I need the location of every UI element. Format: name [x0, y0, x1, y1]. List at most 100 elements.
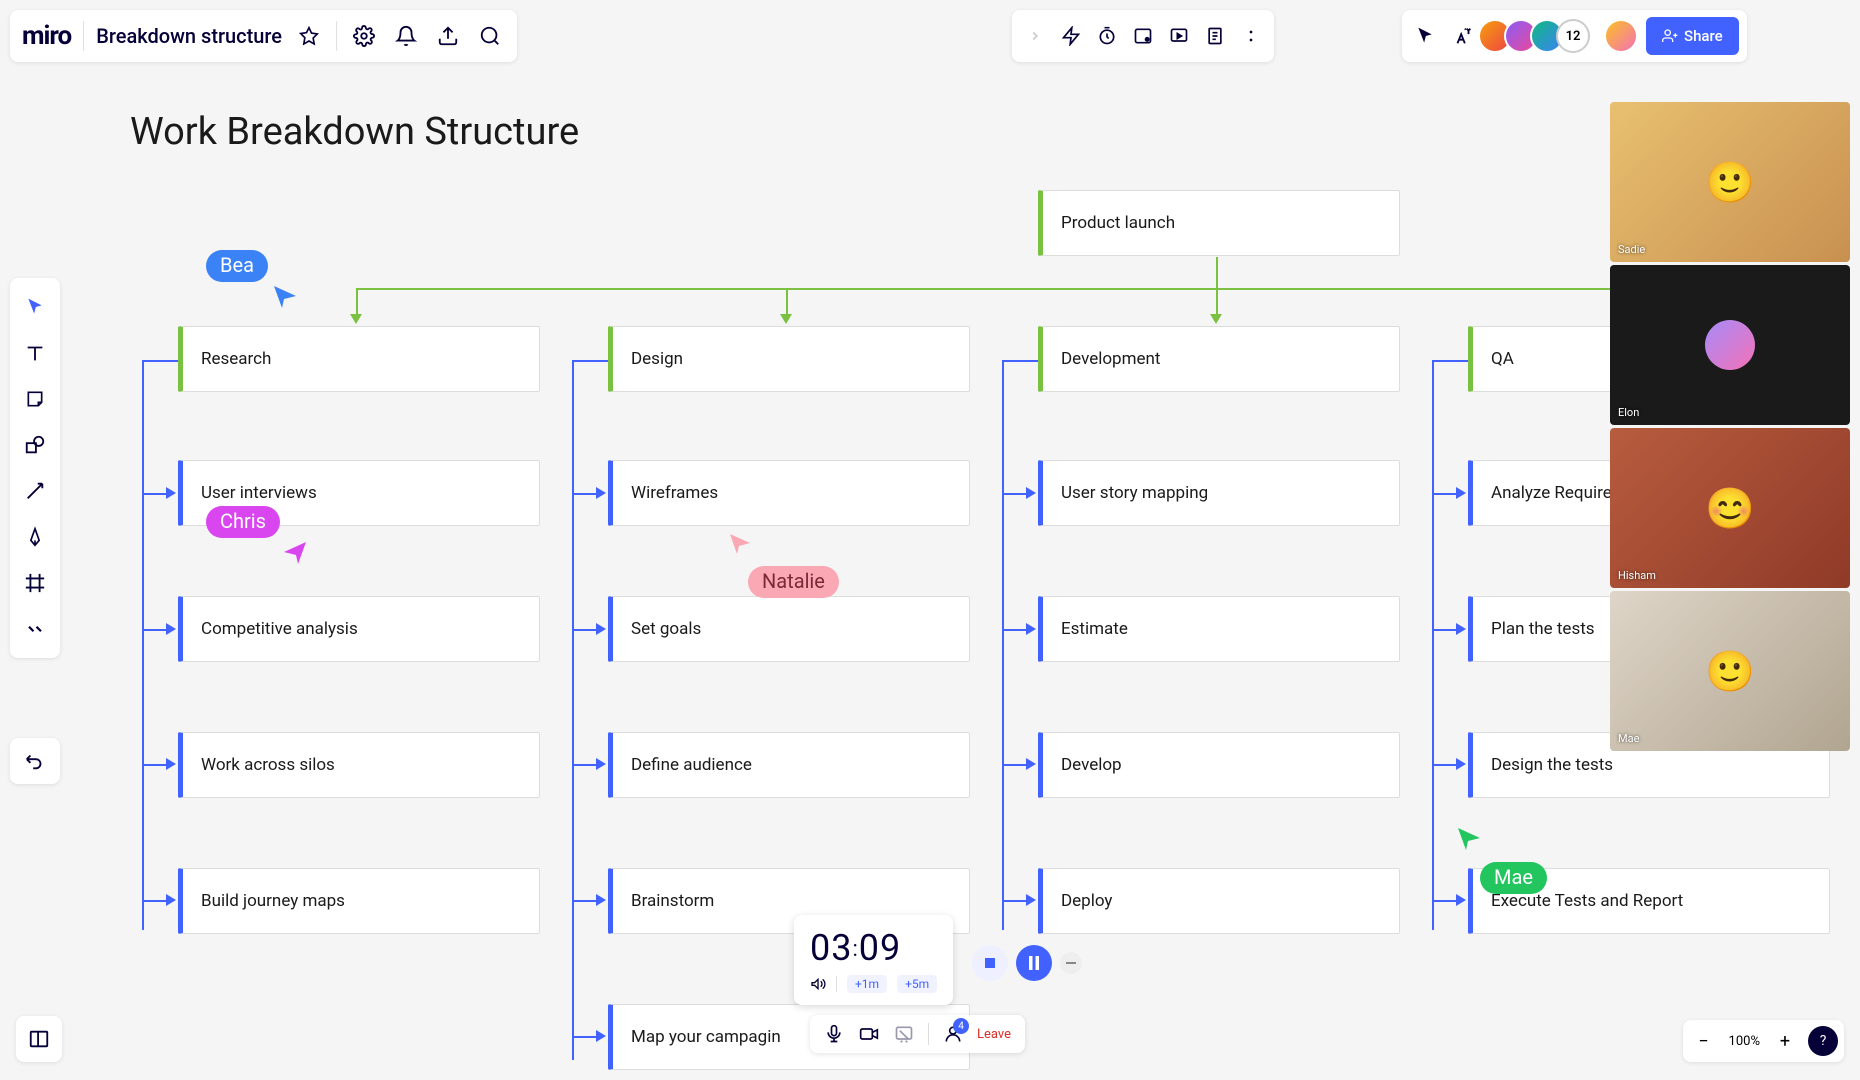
board-title[interactable]: Breakdown structure: [96, 24, 282, 48]
connector: [572, 629, 596, 631]
leave-button[interactable]: Leave: [977, 1027, 1011, 1042]
add-5m-button[interactable]: +5m: [897, 975, 937, 993]
pause-button[interactable]: [1016, 945, 1052, 981]
zoom-out-button[interactable]: −: [1689, 1026, 1719, 1056]
connector: [356, 288, 1635, 290]
document-icon[interactable]: [1200, 21, 1230, 51]
select-tool[interactable]: [15, 286, 55, 328]
pointer-icon[interactable]: [1410, 21, 1440, 51]
connector: [1002, 629, 1026, 631]
shape-tool[interactable]: [15, 424, 55, 466]
remote-cursor-label: Natalie: [748, 566, 839, 598]
sticky-tool[interactable]: [15, 378, 55, 420]
timer-widget[interactable]: 03:09 +1m +5m: [794, 915, 953, 1005]
note-icon[interactable]: [1128, 21, 1158, 51]
connector: [572, 493, 596, 495]
video-tile[interactable]: 😊 Hisham: [1610, 428, 1850, 588]
connector: [142, 360, 178, 362]
star-icon[interactable]: [294, 21, 324, 51]
add-1m-button[interactable]: +1m: [847, 975, 887, 993]
divider: [836, 976, 837, 992]
connector: [1002, 764, 1026, 766]
miro-logo[interactable]: miro: [22, 21, 71, 51]
wbs-task-node[interactable]: Work across silos: [178, 732, 540, 798]
video-tile[interactable]: Elon: [1610, 265, 1850, 425]
text-tool[interactable]: [15, 332, 55, 374]
mic-icon[interactable]: [824, 1024, 844, 1044]
arrow-icon: [1456, 487, 1466, 499]
wbs-task-node[interactable]: User story mapping: [1038, 460, 1400, 526]
connector: [1002, 900, 1026, 902]
participants-icon[interactable]: 4: [943, 1024, 963, 1044]
video-feed: 🙂: [1610, 102, 1850, 262]
line-tool[interactable]: [15, 470, 55, 512]
video-name: Mae: [1618, 732, 1639, 745]
arrow-icon: [596, 623, 606, 635]
more-tools[interactable]: [15, 608, 55, 650]
share-screen-icon[interactable]: [894, 1024, 914, 1044]
avatar-stack[interactable]: 12: [1486, 19, 1590, 53]
wbs-task-node[interactable]: Set goals: [608, 596, 970, 662]
connector: [572, 1036, 596, 1038]
map-toggle[interactable]: [16, 1016, 62, 1062]
collapse-icon[interactable]: [1060, 952, 1082, 974]
video-tile[interactable]: 🙂 Sadie: [1610, 102, 1850, 262]
topbar-collab: 12 Share: [1402, 10, 1747, 62]
more-icon[interactable]: [1236, 21, 1266, 51]
avatar-overflow[interactable]: 12: [1556, 19, 1590, 53]
lightning-icon[interactable]: [1056, 21, 1086, 51]
arrow-icon: [1456, 894, 1466, 906]
left-toolbar: [10, 278, 60, 658]
zoom-level[interactable]: 100%: [1723, 1034, 1766, 1049]
connector: [1432, 900, 1456, 902]
timer-controls: [972, 945, 1082, 981]
share-button[interactable]: Share: [1646, 17, 1739, 55]
video-name: Elon: [1618, 406, 1639, 419]
wbs-category-node[interactable]: Design: [608, 326, 970, 392]
arrow-icon: [1026, 758, 1036, 770]
connector: [572, 900, 596, 902]
undo-button[interactable]: [10, 738, 60, 784]
settings-icon[interactable]: [349, 21, 379, 51]
pen-tool[interactable]: [15, 516, 55, 558]
video-panel: 🙂 Sadie Elon 😊 Hisham 🙂 Mae: [1610, 102, 1850, 751]
wbs-task-node[interactable]: Build journey maps: [178, 868, 540, 934]
camera-icon[interactable]: [858, 1024, 880, 1044]
wbs-task-node[interactable]: Competitive analysis: [178, 596, 540, 662]
sound-icon[interactable]: [810, 976, 826, 992]
cursor-icon: [730, 534, 750, 554]
frame-tool[interactable]: [15, 562, 55, 604]
page-title: Work Breakdown Structure: [130, 110, 579, 154]
zoom-in-button[interactable]: +: [1770, 1026, 1800, 1056]
video-name: Sadie: [1618, 243, 1645, 256]
reactions-icon[interactable]: [1448, 21, 1478, 51]
connector: [1002, 360, 1004, 930]
connector: [1432, 360, 1434, 930]
wbs-category-node[interactable]: Development: [1038, 326, 1400, 392]
timer-display: 03:09: [810, 927, 937, 969]
divider: [83, 21, 84, 51]
wbs-task-node[interactable]: Define audience: [608, 732, 970, 798]
connector: [142, 629, 166, 631]
wbs-category-node[interactable]: Research: [178, 326, 540, 392]
connector: [1432, 493, 1456, 495]
stop-button[interactable]: [972, 945, 1008, 981]
zoom-control: − 100% + ?: [1683, 1020, 1844, 1062]
export-icon[interactable]: [433, 21, 463, 51]
wbs-task-node[interactable]: Develop: [1038, 732, 1400, 798]
search-icon[interactable]: [475, 21, 505, 51]
help-button[interactable]: ?: [1808, 1026, 1838, 1056]
wbs-root-node[interactable]: Product launch: [1038, 190, 1400, 256]
avatar-self[interactable]: [1604, 19, 1638, 53]
wbs-task-node[interactable]: Deploy: [1038, 868, 1400, 934]
presentation-icon[interactable]: [1164, 21, 1194, 51]
divider: [928, 1023, 929, 1045]
video-tile[interactable]: 🙂 Mae: [1610, 591, 1850, 751]
timer-icon[interactable]: [1092, 21, 1122, 51]
chevron-right-icon[interactable]: [1020, 21, 1050, 51]
wbs-task-node[interactable]: Estimate: [1038, 596, 1400, 662]
arrow-icon: [1456, 623, 1466, 635]
wbs-task-node[interactable]: Wireframes: [608, 460, 970, 526]
bell-icon[interactable]: [391, 21, 421, 51]
arrow-icon: [596, 894, 606, 906]
